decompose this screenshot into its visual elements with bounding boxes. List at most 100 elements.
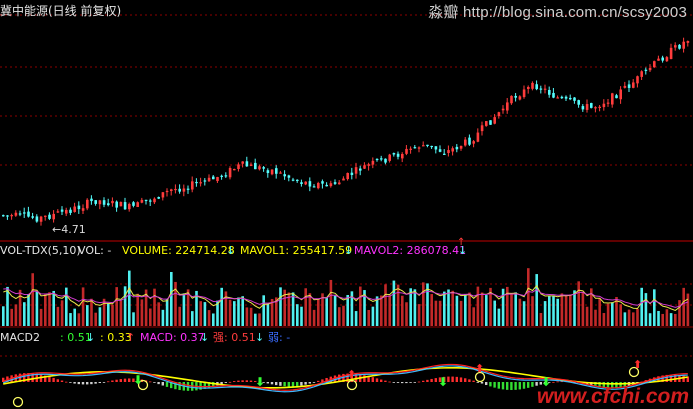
macd-histogram-bar [291,382,295,387]
macd-histogram-bar [266,382,269,384]
volume-bar [569,294,572,326]
volume-bar [140,299,144,326]
candle [665,57,669,62]
macd-histogram-bar [493,382,496,388]
macd-histogram-bar [128,378,131,382]
volume-bar [296,304,299,326]
volume-arrow-icon: ↓ [226,244,236,257]
macd-arrow-1-icon: ↓ [86,331,96,344]
candle [98,200,102,205]
volume-bar [52,290,55,326]
candle [102,200,106,205]
candle [640,71,643,77]
volume-bar [472,307,475,326]
volume-bar [237,297,240,326]
macd-histogram-bar [149,381,152,383]
candle [485,121,488,126]
macd-histogram-bar [161,382,164,386]
candle [594,107,597,109]
candle [195,181,198,184]
macd-histogram-bar [287,382,290,387]
candle [249,164,253,166]
volume-bar [665,309,669,326]
candle [686,41,690,43]
sell-arrow-icon: ⬆ [475,362,484,375]
macd-indicator-name[interactable]: MACD2 [0,331,40,344]
macd-histogram-bar [312,382,316,383]
candle [434,146,438,150]
macd-histogram-bar [233,381,236,382]
candle [627,84,631,88]
volume-bar [329,279,333,326]
volume-bar [560,293,564,326]
volume-bar [573,290,576,326]
candle [107,203,110,206]
candle [342,178,345,181]
volume-bar [2,306,5,326]
candle [396,153,400,157]
volume-bar [611,302,614,326]
volume-bar [86,305,89,326]
candle [619,89,622,100]
macd-histogram-bar [497,382,500,389]
candle [136,202,139,208]
volume-bar [279,287,282,326]
candle [291,179,295,181]
volume-bar [73,308,76,326]
candle [468,137,471,145]
volume-bar [132,312,135,326]
candle [661,57,664,61]
volume-bar [443,291,446,326]
candle [585,104,589,110]
stock-chart-window: ↑ ⬇ ⬇ ⬇ ⬇ ⬆ ⬆ ⬆ 冀中能源(日线 前复权) 淼瓣 http://blog.sin… [0,0,693,409]
candle [241,161,244,164]
candlestick-chart[interactable]: ↑⬇ ⬇ ⬇ ⬇⬆ ⬆ ⬆ [0,0,693,409]
volume-bar [476,286,480,326]
candle [182,188,186,192]
candle [31,216,34,218]
macd-histogram-bar [69,382,72,383]
candle [111,200,114,204]
candle [346,172,349,180]
vol-label: VOL: - [78,244,112,257]
macd-histogram-bar [409,382,412,383]
candle [73,206,76,212]
macd-histogram-bar [552,381,555,383]
volume-bar [333,295,337,326]
candle [18,213,22,215]
macd-histogram-bar [119,379,122,382]
volume-bar [44,294,47,326]
volume-bar [380,295,383,326]
volume-bar [455,295,459,326]
mavol2-value: MAVOL2: 286078.41 [354,244,467,257]
macd-arrow-4-icon: ↓ [255,331,265,344]
macd-signal-circle-icon [12,396,24,408]
volume-bar [657,310,660,326]
candle [669,47,673,59]
macd-histogram-bar [123,378,127,382]
candle [409,148,412,150]
volume-bar [342,305,345,326]
candle [140,199,144,203]
vol-indicator-name[interactable]: VOL-TDX(5,10) [0,244,81,257]
macd-histogram-bar [384,380,387,382]
volume-bar [300,306,303,326]
candle [371,160,375,165]
volume-bar [661,313,664,326]
candle [405,148,408,154]
candle [308,181,312,187]
candle [165,190,169,193]
volume-bar [602,313,606,326]
candle [447,150,450,154]
macd-histogram-bar [241,380,244,382]
macd-histogram-bar [455,376,458,382]
site-watermark: www.cfchi.com [536,385,689,408]
macd-histogram-bar [73,382,76,384]
volume-bar [627,309,631,326]
candle [228,168,232,178]
volume-bar [686,293,690,326]
volume-bar [682,287,685,326]
candle [237,164,240,169]
volume-bar [170,271,173,326]
volume-bar [619,304,622,326]
